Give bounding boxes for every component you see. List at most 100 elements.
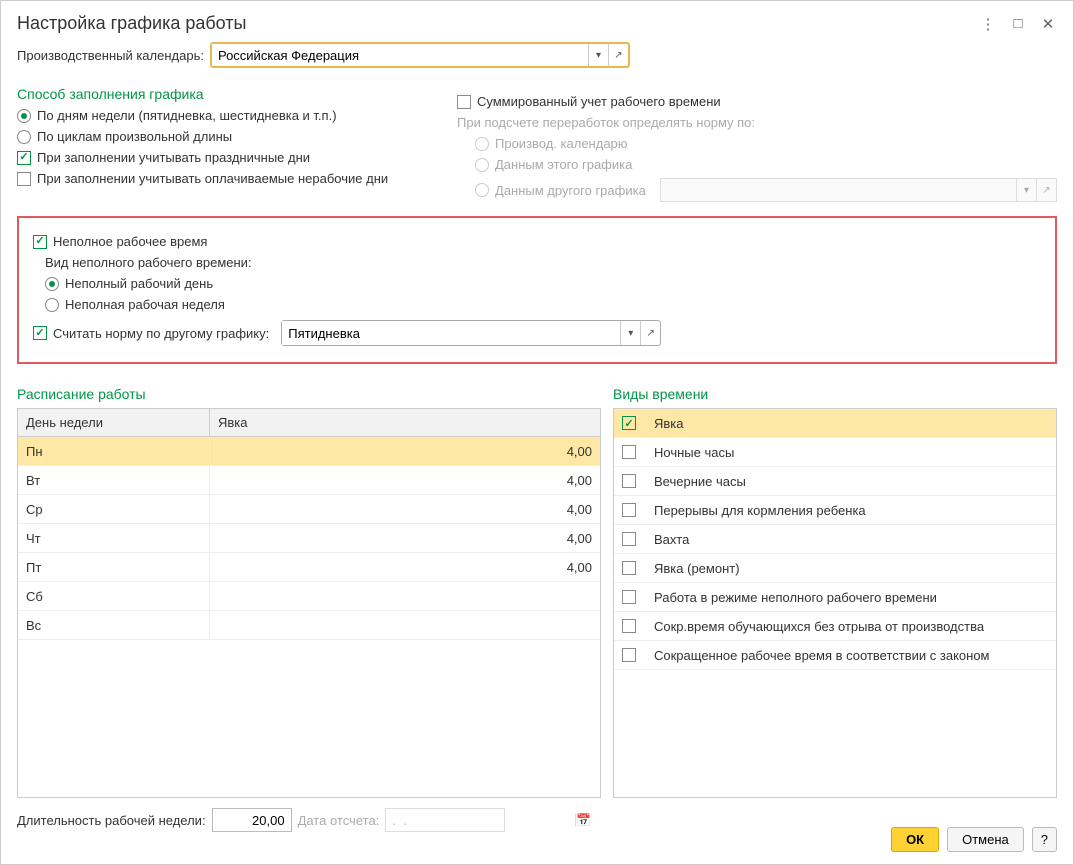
norm-other-schedule-label: Данным другого графика <box>495 183 646 198</box>
norm-other-schedule-input: ▾ ↗ <box>660 178 1057 202</box>
production-calendar-field[interactable] <box>212 44 588 66</box>
open-icon[interactable]: ↗ <box>640 321 660 345</box>
open-icon[interactable]: ↗ <box>608 44 628 66</box>
dropdown-icon[interactable]: ▾ <box>588 44 608 66</box>
norm-this-schedule-radio: Данным этого графика <box>475 157 1057 172</box>
timetypes-title: Виды времени <box>613 386 1057 402</box>
radio-icon <box>45 298 59 312</box>
part-time-check[interactable]: Неполное рабочее время <box>33 234 1041 249</box>
table-row[interactable]: Чт4,00 <box>18 524 600 553</box>
attend-cell[interactable]: 4,00 <box>210 524 600 552</box>
part-time-label: Неполное рабочее время <box>53 234 207 249</box>
list-item[interactable]: Вахта <box>614 525 1056 554</box>
summarized-check[interactable]: Суммированный учет рабочего времени <box>457 94 1057 109</box>
timetypes-grid[interactable]: Явка Ночные часы Вечерние часы Перерывы для… <box>613 408 1057 798</box>
day-cell: Пт <box>18 553 210 581</box>
checkbox-icon <box>33 235 47 249</box>
list-item[interactable]: Перерывы для кормления ребенка <box>614 496 1056 525</box>
table-row[interactable]: Вс <box>18 611 600 640</box>
part-time-kind-label: Вид неполного рабочего времени: <box>45 255 1041 270</box>
maximize-icon[interactable]: □ <box>1009 15 1027 33</box>
timetype-label: Вечерние часы <box>654 474 746 489</box>
checkbox-icon <box>33 326 47 340</box>
list-item[interactable]: Явка (ремонт) <box>614 554 1056 583</box>
norm-prod-cal-label: Производ. календарю <box>495 136 628 151</box>
checkbox-icon[interactable] <box>622 474 636 488</box>
checkbox-icon[interactable] <box>622 619 636 633</box>
checkbox-icon[interactable] <box>622 648 636 662</box>
consider-holidays-check[interactable]: При заполнении учитывать праздничные дни <box>17 150 437 165</box>
kebab-icon[interactable]: ⋮ <box>979 15 997 33</box>
list-item[interactable]: Сокр.время обучающихся без отрыва от про… <box>614 612 1056 641</box>
table-row[interactable]: Пт4,00 <box>18 553 600 582</box>
part-week-label: Неполная рабочая неделя <box>65 297 225 312</box>
week-length-input[interactable] <box>212 808 292 832</box>
day-cell: Ср <box>18 495 210 523</box>
radio-icon <box>17 130 31 144</box>
attend-cell[interactable] <box>210 611 600 639</box>
radio-icon <box>17 109 31 123</box>
list-item[interactable]: Вечерние часы <box>614 467 1056 496</box>
timetype-label: Сокр.время обучающихся без отрыва от про… <box>654 619 984 634</box>
list-item[interactable]: Ночные часы <box>614 438 1056 467</box>
fill-by-cycles-radio[interactable]: По циклам произвольной длины <box>17 129 437 144</box>
norm-prod-cal-radio: Производ. календарю <box>475 136 1057 151</box>
other-norm-check[interactable]: Считать норму по другому графику: ▾ ↗ <box>33 320 1041 346</box>
table-row[interactable]: Сб <box>18 582 600 611</box>
production-calendar-input[interactable]: ▾ ↗ <box>210 42 630 68</box>
attend-cell[interactable]: 4,00 <box>210 437 600 465</box>
checkbox-icon <box>17 151 31 165</box>
table-row[interactable]: Ср4,00 <box>18 495 600 524</box>
timetype-label: Явка (ремонт) <box>654 561 740 576</box>
attend-cell[interactable] <box>210 582 600 610</box>
checkbox-icon <box>17 172 31 186</box>
attend-cell[interactable]: 4,00 <box>210 553 600 581</box>
radio-icon <box>45 277 59 291</box>
fill-by-cycles-label: По циклам произвольной длины <box>37 129 232 144</box>
timetype-label: Ночные часы <box>654 445 734 460</box>
radio-icon <box>475 137 489 151</box>
norm-this-schedule-label: Данным этого графика <box>495 157 632 172</box>
dropdown-icon[interactable]: ▾ <box>620 321 640 345</box>
schedule-grid[interactable]: День недели Явка Пн4,00Вт4,00Ср4,00Чт4,0… <box>17 408 601 798</box>
start-date-input: 📅 <box>385 808 505 832</box>
cancel-button[interactable]: Отмена <box>947 827 1024 852</box>
other-norm-label: Считать норму по другому графику: <box>53 326 269 341</box>
part-week-radio[interactable]: Неполная рабочая неделя <box>45 297 1041 312</box>
checkbox-icon[interactable] <box>622 590 636 604</box>
list-item[interactable]: Явка <box>614 409 1056 438</box>
norm-other-schedule-radio: Данным другого графика ▾ ↗ <box>475 178 1057 202</box>
calendar-icon: 📅 <box>575 813 591 827</box>
attend-cell[interactable]: 4,00 <box>210 495 600 523</box>
list-item[interactable]: Сокращенное рабочее время в соответствии… <box>614 641 1056 670</box>
checkbox-icon[interactable] <box>622 532 636 546</box>
checkbox-icon[interactable] <box>622 561 636 575</box>
day-cell: Чт <box>18 524 210 552</box>
start-date-field <box>386 813 575 828</box>
open-icon: ↗ <box>1036 179 1056 201</box>
timetype-label: Вахта <box>654 532 689 547</box>
ok-button[interactable]: ОК <box>891 827 939 852</box>
consider-holidays-label: При заполнении учитывать праздничные дни <box>37 150 310 165</box>
part-time-box: Неполное рабочее время Вид неполного раб… <box>17 216 1057 364</box>
dropdown-icon: ▾ <box>1016 179 1036 201</box>
other-norm-input[interactable]: ▾ ↗ <box>281 320 661 346</box>
help-button[interactable]: ? <box>1032 827 1057 852</box>
consider-paid-nonwork-label: При заполнении учитывать оплачиваемые не… <box>37 171 388 186</box>
attend-cell[interactable]: 4,00 <box>210 466 600 494</box>
day-cell: Пн <box>18 437 210 465</box>
part-day-radio[interactable]: Неполный рабочий день <box>45 276 1041 291</box>
consider-paid-nonwork-check[interactable]: При заполнении учитывать оплачиваемые не… <box>17 171 437 186</box>
other-norm-field[interactable] <box>282 321 620 345</box>
schedule-header: День недели Явка <box>18 409 600 437</box>
list-item[interactable]: Работа в режиме неполного рабочего време… <box>614 583 1056 612</box>
col-day-header: День недели <box>18 409 210 436</box>
close-icon[interactable]: ✕ <box>1039 15 1057 33</box>
fill-by-weekdays-radio[interactable]: По дням недели (пятидневка, шестидневка … <box>17 108 437 123</box>
table-row[interactable]: Пн4,00 <box>18 437 600 466</box>
checkbox-icon[interactable] <box>622 503 636 517</box>
table-row[interactable]: Вт4,00 <box>18 466 600 495</box>
production-calendar-label: Производственный календарь: <box>17 48 204 63</box>
checkbox-icon[interactable] <box>622 445 636 459</box>
checkbox-icon[interactable] <box>622 416 636 430</box>
